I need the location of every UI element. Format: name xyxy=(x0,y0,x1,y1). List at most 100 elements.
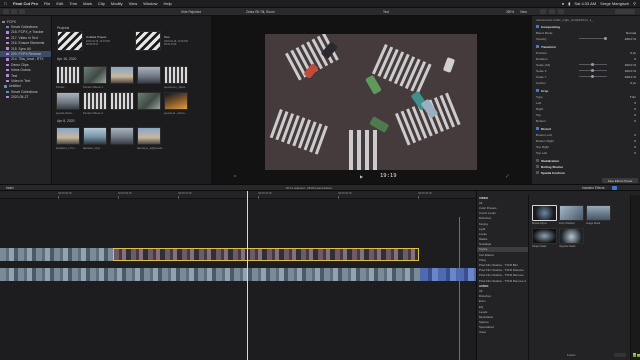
clip-thumb[interactable] xyxy=(110,127,134,145)
effect-thumb-image-mask[interactable] xyxy=(586,205,611,221)
clip-thumb[interactable] xyxy=(110,66,134,84)
section-spatial-conform[interactable]: Spatial Conform xyxy=(536,170,636,175)
section-rolling-shutter[interactable]: Rolling Shutter xyxy=(536,164,636,169)
effects-category-item[interactable]: Pixel Film Studios - TVFR Remove xyxy=(477,273,528,278)
clip-thumb[interactable] xyxy=(56,127,80,145)
clip-thumb[interactable] xyxy=(164,66,188,84)
timeline[interactable]: 00:00:00:00 00:00:05:00 00:00:10:00 00:0… xyxy=(0,191,476,360)
viewer-video-frame[interactable] xyxy=(265,34,477,170)
menu-edit[interactable]: Edit xyxy=(56,1,63,6)
effects-category-item[interactable]: Pixel Film Studios - TVFR Dissolve xyxy=(477,268,528,273)
crop-type-row[interactable]: Type Trim xyxy=(536,94,636,99)
scale-x-row[interactable]: Scale X 100.0 % xyxy=(536,68,636,73)
video-inspector-button[interactable] xyxy=(549,9,555,14)
fullscreen-icon[interactable]: ⤢ xyxy=(506,174,509,178)
distort-bl-row[interactable]: Bottom Left 0 xyxy=(536,132,636,137)
scale-y-row[interactable]: Scale Y 100.0 % xyxy=(536,74,636,79)
effects-search-field[interactable] xyxy=(614,353,626,357)
timeline-clip-primary[interactable] xyxy=(0,248,113,261)
effect-thumb-vignette-mask[interactable] xyxy=(559,228,584,244)
menu-mark[interactable]: Mark xyxy=(83,1,92,6)
effects-browser-toggle[interactable] xyxy=(612,186,617,190)
crop-top-row[interactable]: Top 0 xyxy=(536,112,636,117)
timeline-ruler[interactable]: 00:00:00:00 00:00:05:00 00:00:10:00 00:0… xyxy=(0,191,476,199)
distort-tr-row[interactable]: Top Right 0 xyxy=(536,144,636,149)
effect-thumb-shape-mask[interactable] xyxy=(532,228,557,244)
project-thumb-2[interactable] xyxy=(135,31,161,51)
view-popup[interactable]: View xyxy=(520,10,527,14)
clip-thumb[interactable] xyxy=(164,92,188,110)
menu-help[interactable]: Help xyxy=(164,1,172,6)
menu-window[interactable]: Window xyxy=(143,1,157,6)
section-distort[interactable]: Distort xyxy=(536,126,636,131)
sidebar-item[interactable]: 2020-05-27 xyxy=(0,94,51,99)
distort-br-row[interactable]: Bottom Right 0 xyxy=(536,138,636,143)
battery-icon[interactable]: ▮ xyxy=(568,1,570,6)
transform-tool-icon[interactable]: □ xyxy=(234,174,236,178)
clip-thumb[interactable] xyxy=(83,66,107,84)
timeline-clip-storyline[interactable] xyxy=(0,268,420,281)
anchor-row[interactable]: Anchor 0 px xyxy=(536,80,636,85)
project-thumb-1[interactable] xyxy=(57,31,83,51)
crop-right-row[interactable]: Right 0 xyxy=(536,106,636,111)
clip-thumb[interactable] xyxy=(83,92,107,110)
clip-thumb[interactable] xyxy=(110,92,134,110)
date-header-2[interactable]: Apr 8, 2020 xyxy=(57,119,75,123)
share-button[interactable] xyxy=(615,9,635,14)
menu-clip[interactable]: Clip xyxy=(98,1,105,6)
save-effects-preset-button[interactable]: Save Effects Preset xyxy=(602,178,638,183)
search-icon[interactable]: ⚲ xyxy=(633,1,636,6)
viewer-tab[interactable]: Test xyxy=(383,10,389,14)
filter-popup[interactable]: Hide Rejected xyxy=(181,10,201,14)
crop-bottom-row[interactable]: Bottom 0 xyxy=(536,118,636,123)
section-transform[interactable]: Transform xyxy=(536,44,636,49)
viewer-timecode[interactable]: 19:19 xyxy=(380,173,397,179)
clip-thumb[interactable] xyxy=(56,92,80,110)
clip-thumb[interactable] xyxy=(137,92,161,110)
keyword-button[interactable] xyxy=(11,9,17,14)
clip-thumb[interactable] xyxy=(137,66,161,84)
menu-view[interactable]: View xyxy=(129,1,138,6)
play-button[interactable]: ▶ xyxy=(360,174,363,179)
scale-all-row[interactable]: Scale (All) 100.0 % xyxy=(536,62,636,67)
timeline-clip-selected[interactable] xyxy=(113,248,419,261)
distort-tl-row[interactable]: Top Left 0 xyxy=(536,150,636,155)
timeline-clip-storyline-end[interactable] xyxy=(420,268,476,281)
section-compositing[interactable]: Compositing xyxy=(536,24,636,29)
menu-modify[interactable]: Modify xyxy=(111,1,123,6)
sidebar-item-label: 216. Ensure Elements xyxy=(11,41,45,46)
section-crop[interactable]: Crop xyxy=(536,88,636,93)
blend-mode-row[interactable]: Blend Mode Normal xyxy=(536,30,636,35)
rotation-row[interactable]: Rotation 0 xyxy=(536,56,636,61)
effects-category-item[interactable]: Voice xyxy=(477,330,528,335)
ruler-tick xyxy=(118,196,119,199)
info-inspector-button[interactable] xyxy=(540,9,546,14)
timeline-info: 00:11 selected - 28:09 total duration xyxy=(286,186,332,191)
clip-thumb[interactable] xyxy=(56,66,80,84)
opacity-row[interactable]: Opacity 100.0 % xyxy=(536,36,636,41)
effects-category-item[interactable]: Pixel Film Studios - TVFR Remove 2 xyxy=(477,278,528,283)
clip-thumb[interactable] xyxy=(83,127,107,145)
ruler-label: 00:00:05:00 xyxy=(118,192,132,195)
menu-file[interactable]: File xyxy=(44,1,50,6)
menu-user[interactable]: Serge Mangisch xyxy=(600,1,629,6)
menu-app-name[interactable]: Final Cut Pro xyxy=(13,1,38,6)
background-tasks-button[interactable] xyxy=(19,9,25,14)
menu-clock[interactable]: Sat 4:33 AM xyxy=(574,1,596,6)
section-stabilization[interactable]: Stabilization xyxy=(536,158,636,163)
apple-icon[interactable]:  xyxy=(4,1,7,6)
index-button[interactable]: Index xyxy=(6,186,14,190)
wifi-icon[interactable]: ● xyxy=(562,1,564,6)
crop-left-row[interactable]: Left 0 xyxy=(536,100,636,105)
projects-header[interactable]: Projects xyxy=(57,26,69,30)
effect-thumb-drop-shadow[interactable] xyxy=(559,205,584,221)
clip-thumb[interactable] xyxy=(137,127,161,145)
effect-thumb-broad-adjust[interactable] xyxy=(532,205,557,221)
zoom-popup[interactable]: 350% xyxy=(506,10,514,14)
menu-trim[interactable]: Trim xyxy=(69,1,77,6)
position-row[interactable]: Position 0 px xyxy=(536,50,636,55)
import-button[interactable] xyxy=(3,9,9,14)
color-inspector-button[interactable] xyxy=(558,9,564,14)
playhead[interactable] xyxy=(247,191,248,360)
date-header-1[interactable]: Apr 16, 2020 xyxy=(57,57,76,61)
